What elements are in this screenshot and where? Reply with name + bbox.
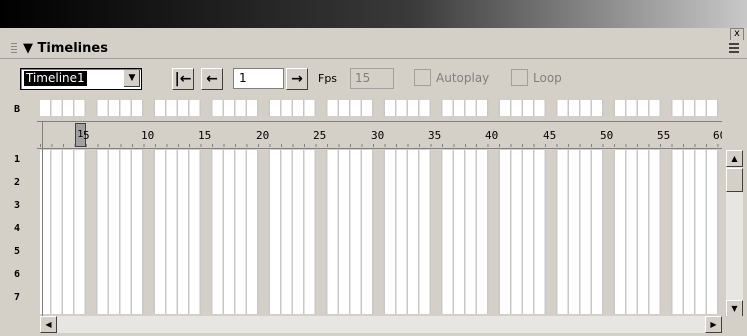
window-title-bar bbox=[0, 0, 747, 28]
loop-checkbox[interactable] bbox=[511, 69, 528, 86]
autoplay-checkbox[interactable] bbox=[414, 69, 431, 86]
ruler-label: 45 bbox=[543, 129, 557, 142]
timeline-toolbar: Timeline1 ▼ |← ← 1 → Fps 15 Autoplay Loo… bbox=[0, 59, 747, 97]
panel-title-text: Timelines bbox=[37, 41, 108, 56]
chevron-down-icon[interactable]: ▼ bbox=[123, 70, 140, 87]
timeline-select-value: Timeline1 bbox=[24, 71, 87, 86]
channel-label: 4 bbox=[14, 223, 21, 234]
ruler-label: 15 bbox=[198, 129, 212, 142]
close-bar: x bbox=[0, 28, 747, 41]
options-menu-icon[interactable] bbox=[729, 42, 743, 55]
loop-label: Loop bbox=[533, 71, 562, 85]
scrollbar-corner bbox=[726, 316, 743, 333]
channel-label: 3 bbox=[14, 200, 21, 211]
behavior-channel[interactable] bbox=[40, 100, 722, 116]
frame-grid[interactable] bbox=[40, 150, 722, 314]
ruler-label: 55 bbox=[657, 129, 671, 142]
prev-frame-button[interactable]: ← bbox=[201, 68, 223, 90]
ruler-label: 10 bbox=[141, 129, 155, 142]
playhead-line bbox=[42, 121, 43, 317]
horizontal-scrollbar[interactable]: ◀ ▶ bbox=[40, 316, 722, 333]
scroll-down-icon[interactable]: ▼ bbox=[726, 300, 743, 317]
channel-label: 2 bbox=[14, 177, 21, 188]
fps-label: Fps bbox=[318, 72, 338, 85]
back-arrow-icon: ← bbox=[206, 71, 218, 87]
grip-icon[interactable] bbox=[11, 43, 17, 55]
timelines-window: x ▼ Timelines Timeline1 ▼ |← ← 1 → Fps 1… bbox=[0, 0, 747, 336]
timeline-area: B 1 5 10 15 20 25 30 35 40 45 50 55 60 1… bbox=[0, 97, 747, 336]
first-frame-button[interactable]: |← bbox=[172, 68, 194, 90]
panel-title[interactable]: ▼ Timelines bbox=[23, 41, 108, 56]
channel-label: 6 bbox=[14, 269, 21, 280]
next-frame-button[interactable]: → bbox=[286, 68, 308, 90]
ruler-label: 20 bbox=[256, 129, 270, 142]
rewind-icon: |← bbox=[174, 71, 192, 87]
frame-ruler[interactable]: 1 5 10 15 20 25 30 35 40 45 50 55 60 bbox=[37, 121, 722, 149]
panel-header[interactable]: ▼ Timelines bbox=[0, 40, 747, 59]
channel-label: 5 bbox=[14, 246, 21, 257]
ruler-label: 60 bbox=[713, 129, 722, 142]
vertical-scroll-thumb[interactable] bbox=[726, 168, 743, 192]
ruler-label: 5 bbox=[83, 129, 90, 142]
ruler-label: 30 bbox=[371, 129, 385, 142]
ruler-label: 35 bbox=[428, 129, 442, 142]
channel-label: 1 bbox=[14, 154, 21, 165]
timeline-select[interactable]: Timeline1 ▼ bbox=[20, 68, 142, 90]
frame-input[interactable]: 1 bbox=[233, 68, 284, 89]
autoplay-label: Autoplay bbox=[436, 71, 490, 85]
scroll-up-icon[interactable]: ▲ bbox=[726, 150, 743, 167]
forward-arrow-icon: → bbox=[291, 71, 303, 87]
ruler-label: 40 bbox=[485, 129, 499, 142]
fps-input[interactable]: 15 bbox=[350, 68, 394, 89]
scroll-right-icon[interactable]: ▶ bbox=[705, 316, 722, 333]
ruler-label: 25 bbox=[313, 129, 327, 142]
behavior-channel-label: B bbox=[14, 104, 21, 115]
scroll-left-icon[interactable]: ◀ bbox=[40, 316, 57, 333]
channel-label: 7 bbox=[14, 292, 21, 303]
vertical-scrollbar[interactable]: ▲ ▼ bbox=[726, 150, 743, 317]
ruler-label: 50 bbox=[600, 129, 614, 142]
